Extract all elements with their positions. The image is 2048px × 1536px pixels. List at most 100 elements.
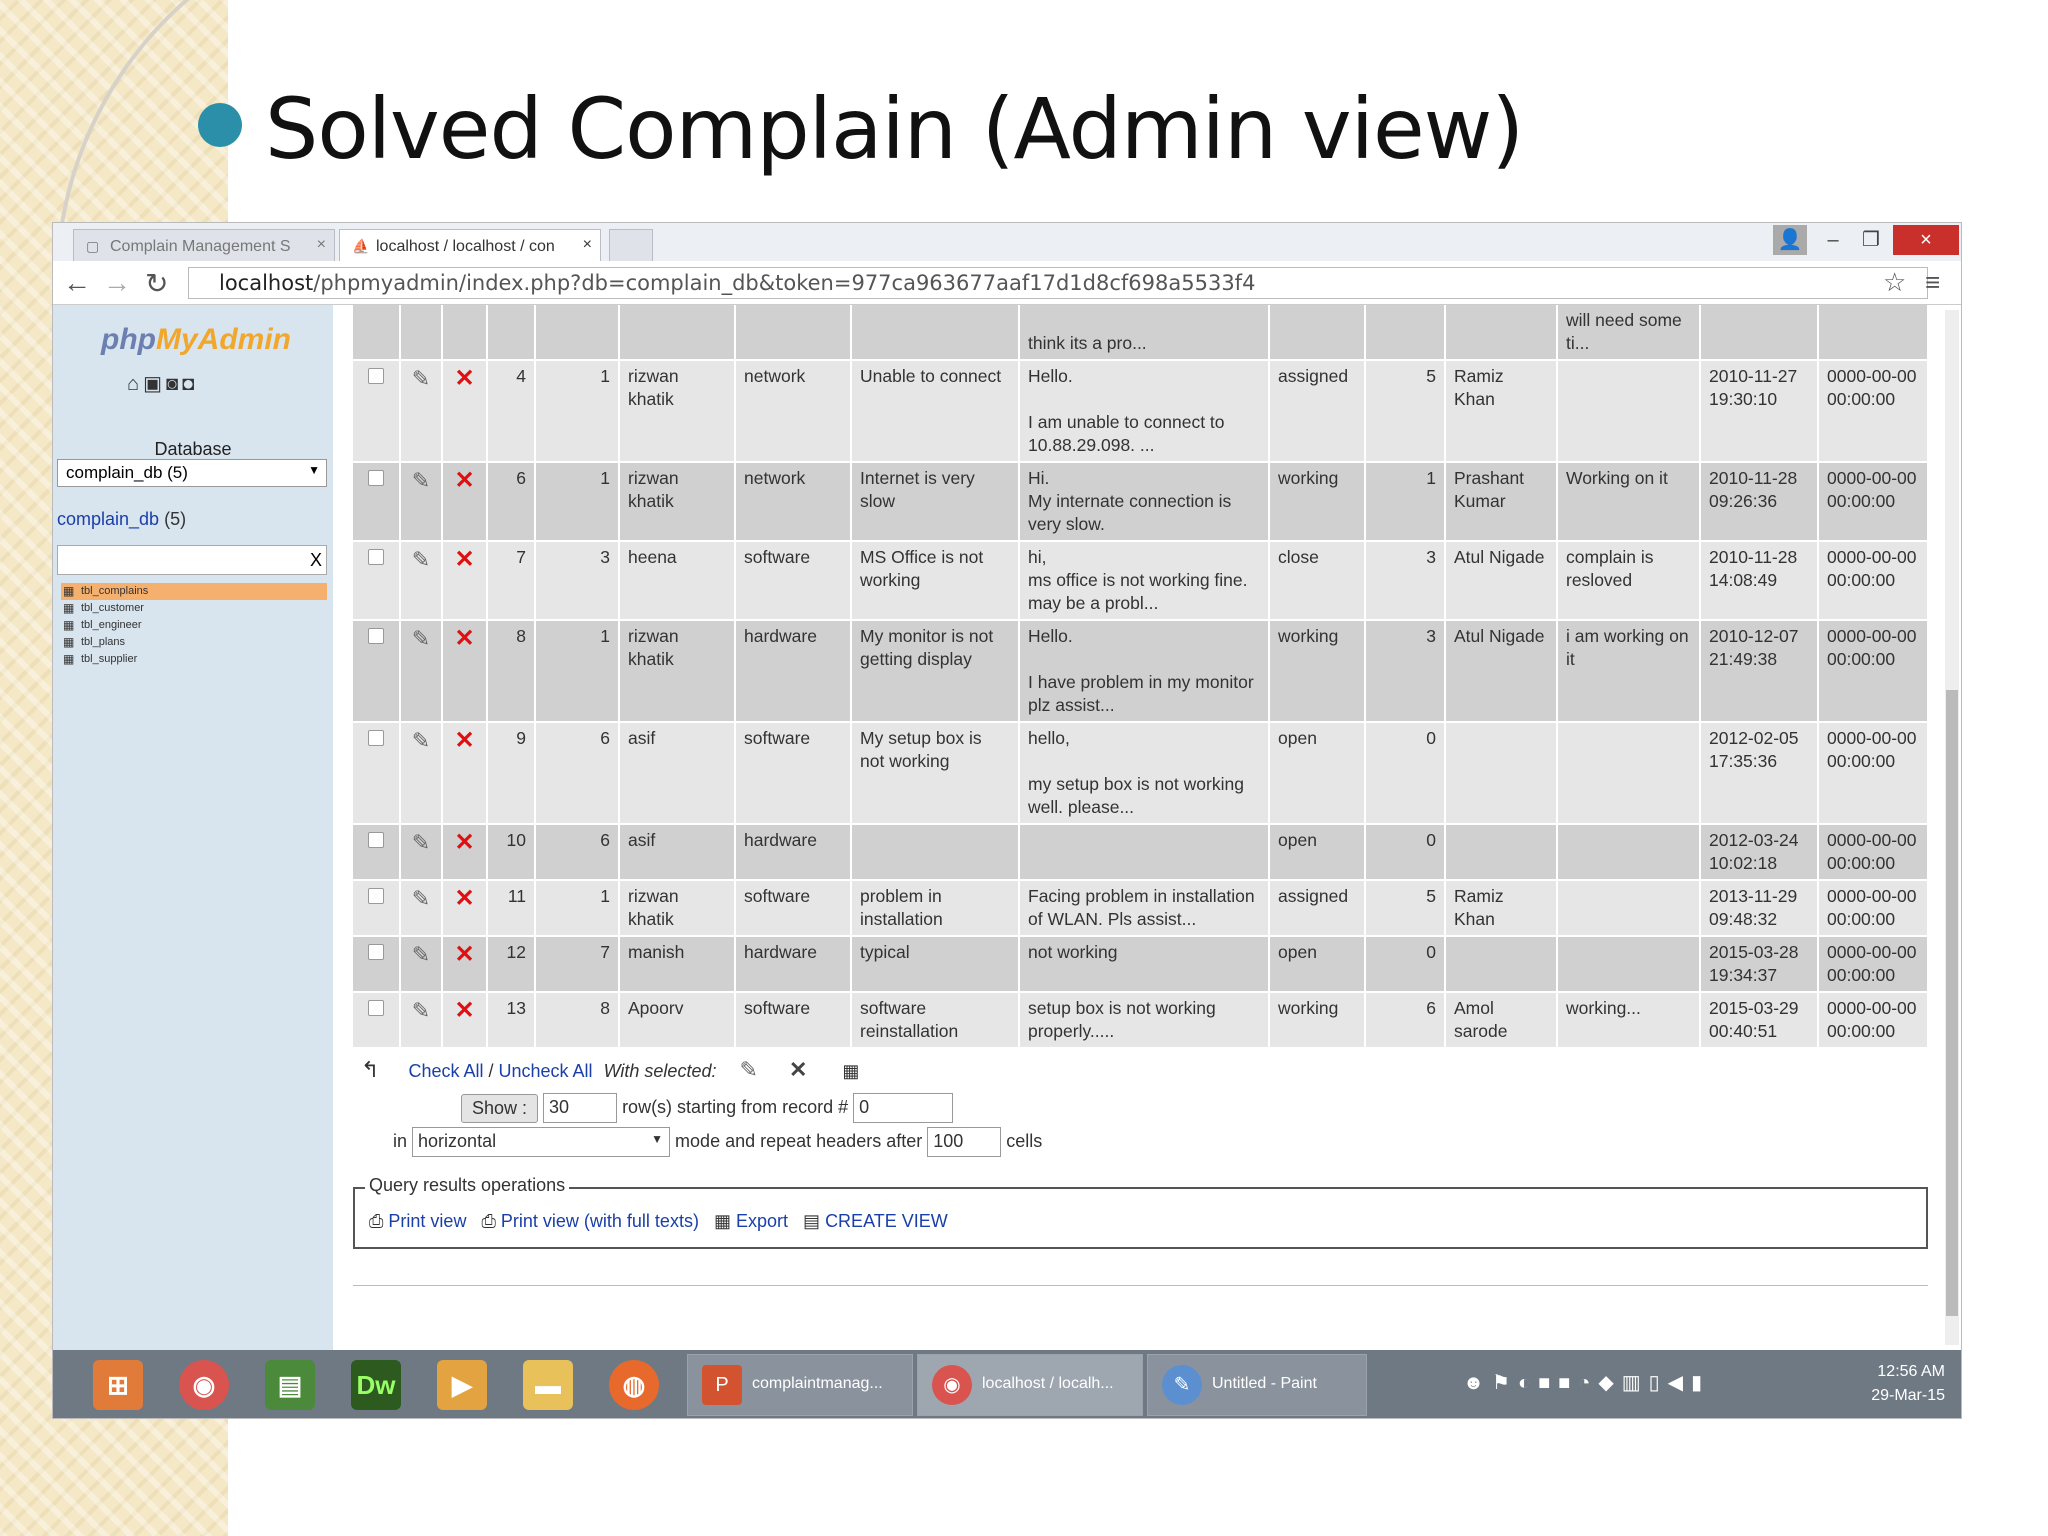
tray-icon[interactable]: ◆ (1598, 1372, 1621, 1394)
delete-icon[interactable]: ✕ (454, 829, 474, 856)
cell-engineer-id: 3 (1365, 620, 1446, 723)
user-icon[interactable]: 👤 (1773, 225, 1807, 255)
uncheck-all-link[interactable]: Uncheck All (499, 1061, 593, 1081)
reload-icon[interactable]: ↻ (145, 267, 168, 300)
help-icon[interactable]: ◘ (182, 373, 198, 395)
mode-select[interactable]: horizontal ▼ (412, 1127, 671, 1157)
tray-icon[interactable]: ◐ (1518, 1372, 1538, 1394)
delete-icon[interactable]: ✕ (454, 997, 474, 1024)
back-icon[interactable]: ← (63, 267, 91, 299)
close-tab-icon[interactable]: × (583, 236, 592, 254)
forward-icon[interactable]: → (103, 267, 131, 299)
edit-icon[interactable]: ✎ (412, 547, 430, 572)
table-item-engineer[interactable]: tbl_engineer (61, 617, 327, 634)
url-input[interactable]: localhost/phpmyadmin/index.php?db=compla… (188, 267, 1928, 299)
database-link[interactable]: complain_db (5) (57, 509, 186, 530)
delete-icon[interactable]: ✕ (454, 727, 474, 754)
signal-icon[interactable]: ▮ (1691, 1372, 1710, 1394)
table-item-complains[interactable]: tbl_complains (61, 583, 327, 600)
page-scrollbar[interactable] (1945, 310, 1959, 1345)
edit-selected-icon[interactable]: ✎ (739, 1057, 757, 1082)
tray-icon[interactable]: ☻ (1463, 1372, 1492, 1394)
home-icon[interactable]: ⌂ (127, 373, 143, 395)
close-tab-icon[interactable]: × (317, 236, 326, 254)
edit-icon[interactable]: ✎ (412, 830, 430, 855)
cell-created: 2010-11-27 19:30:10 (1700, 360, 1819, 463)
row-checkbox[interactable] (368, 888, 384, 904)
row-checkbox[interactable] (368, 944, 384, 960)
export-link[interactable]: Export (736, 1211, 788, 1231)
bookmark-star-icon[interactable]: ☆ (1883, 267, 1906, 298)
table-item-supplier[interactable]: tbl_supplier (61, 651, 327, 668)
edit-icon[interactable]: ✎ (412, 366, 430, 391)
row-checkbox[interactable] (368, 832, 384, 848)
row-checkbox[interactable] (368, 470, 384, 486)
table-item-plans[interactable]: tbl_plans (61, 634, 327, 651)
delete-icon[interactable]: ✕ (454, 546, 474, 573)
cell-closed: 0000-00-00 00:00:00 (1818, 722, 1929, 825)
create-view-link[interactable]: CREATE VIEW (825, 1211, 948, 1231)
firefox-icon[interactable]: ◍ (609, 1360, 659, 1410)
dreamweaver-icon[interactable]: Dw (351, 1360, 401, 1410)
tray-icon[interactable]: ■ (1538, 1372, 1558, 1394)
media-player-icon[interactable]: ▶ (437, 1360, 487, 1410)
row-checkbox[interactable] (368, 628, 384, 644)
print-view-link[interactable]: Print view (388, 1211, 466, 1231)
menu-icon[interactable]: ≡ (1925, 267, 1940, 298)
task-paint[interactable]: ✎ Untitled - Paint (1147, 1354, 1367, 1416)
check-all-link[interactable]: Check All (408, 1061, 483, 1081)
delete-icon[interactable]: ✕ (454, 941, 474, 968)
edit-icon[interactable]: ✎ (412, 942, 430, 967)
table-filter-input[interactable]: X (57, 545, 327, 575)
volume-icon[interactable]: ◀ (1668, 1372, 1691, 1394)
tray-icon[interactable]: ■ (1558, 1372, 1578, 1394)
new-tab-button[interactable] (609, 229, 653, 261)
docs-icon[interactable]: ◙ (166, 373, 182, 395)
cell-customer-name: rizwan khatik (619, 360, 736, 463)
edit-icon[interactable]: ✎ (412, 886, 430, 911)
row-checkbox[interactable] (368, 730, 384, 746)
delete-icon[interactable]: ✕ (454, 885, 474, 912)
show-count-input[interactable]: 30 (543, 1093, 618, 1123)
cell-customer-id: 3 (535, 541, 620, 621)
flag-icon[interactable]: ⚑ (1492, 1372, 1518, 1394)
scrollbar-thumb[interactable] (1946, 690, 1958, 1316)
task-powerpoint[interactable]: Pcomplaintmanag... (687, 1354, 913, 1416)
restore-icon[interactable]: ❐ (1855, 225, 1887, 255)
edit-icon[interactable]: ✎ (412, 626, 430, 651)
database-select[interactable]: complain_db (5) ▼ (57, 459, 327, 487)
task-chrome[interactable]: ◉ localhost / localh... (917, 1354, 1143, 1416)
delete-icon[interactable]: ✕ (454, 365, 474, 392)
repeat-headers-input[interactable]: 100 (927, 1127, 1002, 1157)
print-full-link[interactable]: Print view (with full texts) (501, 1211, 699, 1231)
network-icon[interactable]: ▥ (1622, 1372, 1649, 1394)
delete-selected-icon[interactable]: ✕ (789, 1057, 807, 1082)
delete-icon[interactable]: ✕ (454, 625, 474, 652)
delete-icon[interactable]: ✕ (454, 467, 474, 494)
clock[interactable]: 12:56 AM 29-Mar-15 (1871, 1360, 1945, 1408)
sql-icon[interactable]: ▣ (143, 373, 166, 395)
table-item-customer[interactable]: tbl_customer (61, 600, 327, 617)
minimize-icon[interactable]: – (1817, 225, 1849, 255)
row-checkbox[interactable] (368, 368, 384, 384)
close-window-icon[interactable]: × (1893, 225, 1959, 255)
project-icon[interactable]: ▤ (265, 1360, 315, 1410)
tab-phpmyadmin[interactable]: ⛵ localhost / localhost / con × (339, 229, 601, 261)
chrome-icon[interactable]: ◉ (179, 1360, 229, 1410)
start-orb-icon[interactable]: ⊞ (93, 1360, 143, 1410)
row-checkbox[interactable] (368, 1000, 384, 1016)
row-checkbox[interactable] (368, 549, 384, 565)
battery-icon[interactable]: ▯ (1649, 1372, 1668, 1394)
tray-icon[interactable]: ◔ (1578, 1372, 1598, 1394)
tab-complain-management[interactable]: ▢ Complain Management S × (73, 229, 335, 261)
export-selected-icon[interactable]: ▦ (842, 1061, 859, 1081)
chevron-down-icon: ▼ (651, 1132, 664, 1146)
show-button[interactable]: Show : (461, 1093, 539, 1123)
edit-icon[interactable]: ✎ (412, 468, 430, 493)
edit-icon[interactable]: ✎ (412, 998, 430, 1023)
explorer-folder-icon[interactable]: ▬ (523, 1360, 573, 1410)
clear-filter-icon[interactable]: X (310, 550, 322, 571)
task-label: Untitled - Paint (1212, 1375, 1317, 1392)
edit-icon[interactable]: ✎ (412, 728, 430, 753)
start-record-input[interactable]: 0 (853, 1093, 954, 1123)
